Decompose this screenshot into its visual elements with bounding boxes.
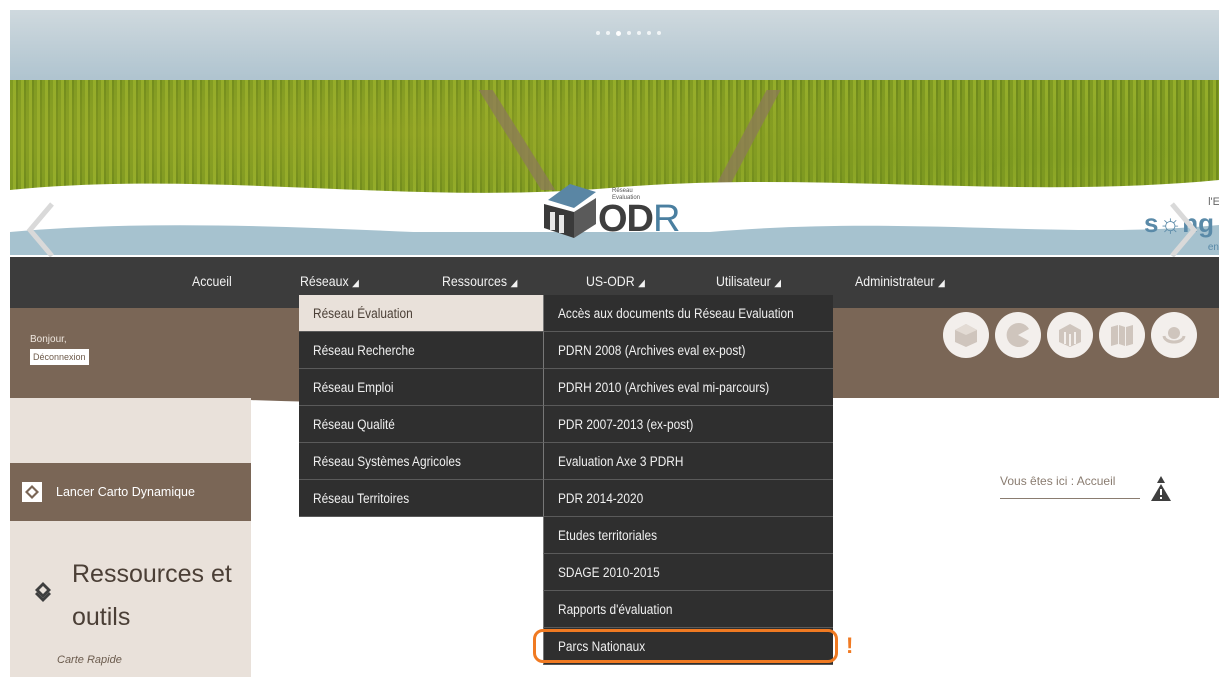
launch-carto-button[interactable]: Lancer Carto Dynamique [10,463,251,521]
caret-down-icon: ◢ [937,278,945,289]
logo-reseau-text: Réseau [612,188,633,194]
caret-down-icon: ◢ [638,278,645,289]
nav-ressources[interactable]: Ressources ◢ [442,273,517,289]
reseaux-dropdown: Réseau Évaluation Réseau Recherche Résea… [299,295,544,517]
nav-accueil[interactable]: Accueil [192,273,232,289]
exclamation-annotation: ! [846,633,854,658]
menu-item-sdage[interactable]: SDAGE 2010-2015 [543,554,833,591]
caret-down-icon: ◢ [774,278,782,289]
diamond-layers-icon [33,582,53,607]
map-icon[interactable] [1099,312,1145,358]
menu-item-etudes-territoriales[interactable]: Etudes territoriales [543,517,833,554]
crate-icon[interactable] [1047,312,1093,358]
caret-down-icon: ◢ [510,278,518,289]
menu-item-pdrn-2008[interactable]: PDRN 2008 (Archives eval ex-post) [543,332,833,369]
menu-item-rapports-evaluation[interactable]: Rapports d'évaluation [543,591,833,628]
resources-section-title: Ressources et outils [72,560,232,631]
menu-item-reseau-evaluation[interactable]: Réseau Évaluation [299,295,544,332]
reseau-evaluation-submenu: Accès aux documents du Réseau Evaluation… [543,295,833,665]
breadcrumb: Vous êtes ici : Accueil [1000,474,1140,499]
pie-icon[interactable] [995,312,1041,358]
menu-item-parcs-nationaux[interactable]: Parcs Nationaux [543,628,833,665]
logo-r-text: R [653,198,680,240]
menu-item-reseau-systemes-agricoles[interactable]: Réseau Systèmes Agricoles [299,443,544,480]
menu-item-reseau-emploi[interactable]: Réseau Emploi [299,369,544,406]
menu-item-reseau-recherche[interactable]: Réseau Recherche [299,332,544,369]
menu-item-acces-documents[interactable]: Accès aux documents du Réseau Evaluation [543,295,833,332]
carte-rapide-link[interactable]: Carte Rapide [57,654,122,666]
odr-logo-icon [544,184,596,238]
caret-down-icon: ◢ [352,278,359,289]
menu-item-evaluation-axe3[interactable]: Evaluation Axe 3 PDRH [543,443,833,480]
menu-item-reseau-qualite[interactable]: Réseau Qualité [299,406,544,443]
menu-item-pdrh-2010[interactable]: PDRH 2010 (Archives eval mi-parcours) [543,369,833,406]
breadcrumb-prefix: Vous êtes ici : [1000,474,1075,488]
quick-links [943,312,1197,358]
odr-logo[interactable]: Réseau Evaluation ODR [540,178,700,244]
nav-reseaux[interactable]: Réseaux ◢ [300,273,359,289]
box-icon[interactable] [943,312,989,358]
carousel-prev-icon[interactable] [24,200,58,260]
menu-item-pdr-2007-2013[interactable]: PDR 2007-2013 (ex-post) [543,406,833,443]
menu-item-reseau-territoires[interactable]: Réseau Territoires [299,480,544,517]
greeting-text: Bonjour, [30,334,67,345]
logo-od-text: OD [598,198,654,240]
logout-button[interactable]: Déconnexion [30,349,89,365]
carousel-dots[interactable] [596,31,661,36]
breadcrumb-home-link[interactable]: Accueil [1077,474,1116,488]
nav-utilisateur[interactable]: Utilisateur ◢ [716,273,781,289]
globe-hands-icon[interactable] [1151,312,1197,358]
menu-item-pdr-2014-2020[interactable]: PDR 2014-2020 [543,480,833,517]
carousel-next-icon[interactable] [1166,200,1200,260]
nav-administrateur[interactable]: Administrateur ◢ [855,273,945,289]
launch-carto-label: Lancer Carto Dynamique [56,485,195,499]
nav-us-odr[interactable]: US-ODR ◢ [586,273,645,289]
diamond-icon [22,482,42,502]
warning-icon [1150,476,1172,507]
